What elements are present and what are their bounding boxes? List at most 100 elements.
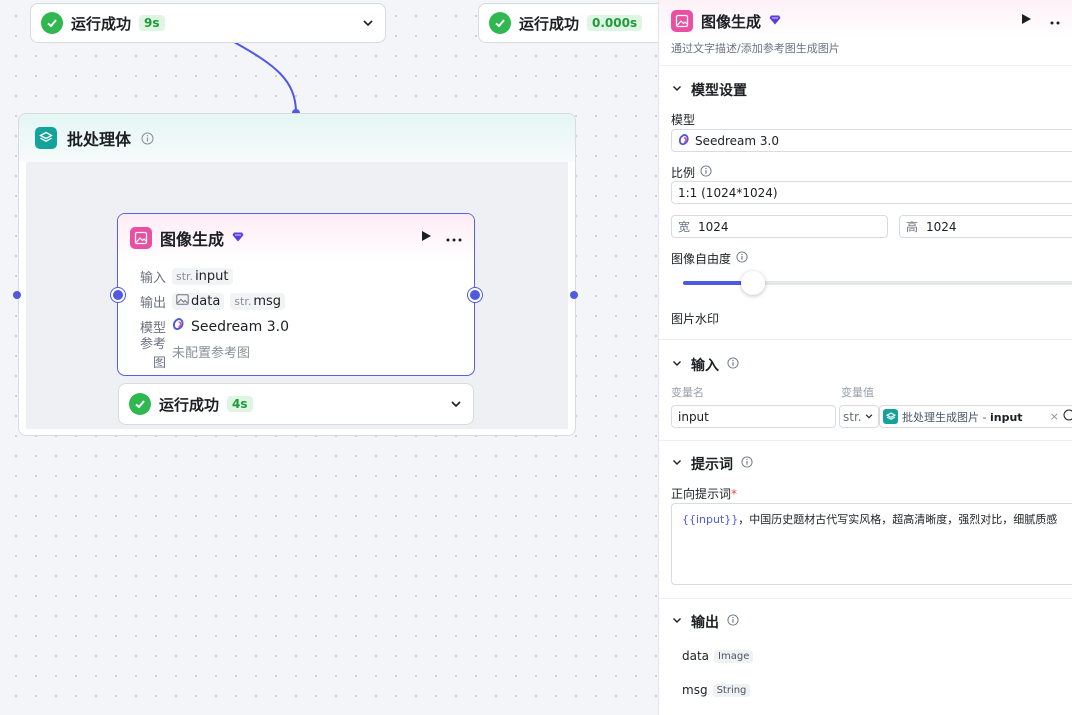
section-title: 输入	[691, 358, 719, 374]
run-status-label: 运行成功	[519, 14, 580, 33]
output-type-tag: Image	[714, 649, 754, 663]
var-reference-field[interactable]: 批处理生成图片 - input ×	[879, 405, 1072, 428]
var-ref-source-text: 批处理生成图片	[902, 410, 979, 424]
layers-icon	[35, 127, 57, 149]
image-icon	[671, 10, 693, 32]
width-input[interactable]: 宽 1024	[671, 215, 888, 238]
add-circle-icon[interactable]	[1063, 409, 1072, 424]
panel-subtitle: 通过文字描述/添加参考图生成图片	[671, 42, 840, 55]
output-item-msg: msg String	[682, 683, 751, 697]
premium-diamond-icon	[769, 14, 781, 29]
var-name-column-header: 变量名	[671, 386, 704, 399]
chevron-down-icon[interactable]	[671, 614, 683, 630]
var-ref-separator: -	[979, 410, 990, 424]
node-run-status-pill[interactable]: 运行成功 4s	[118, 383, 474, 425]
info-icon[interactable]	[700, 165, 712, 180]
section-model-settings[interactable]: 模型设置	[671, 80, 747, 100]
info-icon[interactable]	[727, 357, 739, 373]
freedom-label-text: 图像自由度	[671, 252, 732, 266]
section-title: 提示词	[691, 457, 733, 473]
run-status-label: 运行成功	[159, 395, 220, 414]
height-value: 1024	[926, 219, 957, 234]
run-time-badge: 9s	[139, 15, 165, 31]
model-select[interactable]: Seedream 3.0	[671, 129, 1072, 152]
more-options-icon[interactable]	[446, 231, 462, 246]
premium-diamond-icon	[232, 231, 244, 246]
positive-prompt-textarea[interactable]: {{input}}，中国历史题材古代写实风格，超高清晰度，强烈对比，细腻质感	[671, 503, 1072, 585]
section-divider	[659, 339, 1072, 340]
image-gen-node[interactable]: 图像生成 输入 str. input 输出 data str. msg 模型 S…	[117, 213, 475, 376]
run-play-icon[interactable]	[420, 230, 432, 246]
more-options-icon[interactable]	[1050, 14, 1060, 29]
section-input[interactable]: 输入	[671, 355, 739, 375]
batch-right-port[interactable]	[570, 291, 578, 299]
freedom-slider-thumb[interactable]	[741, 271, 766, 295]
run-time-badge: 0.000s	[587, 15, 643, 31]
chevron-down-icon[interactable]	[671, 456, 683, 472]
node-ref-row: 参考图 未配置参考图	[128, 337, 474, 371]
prompt-text: ，中国历史题材古代写实风格，超高清晰度，强烈对比，细腻质感	[738, 513, 1058, 526]
image-icon	[130, 227, 152, 249]
run-status-label: 运行成功	[71, 14, 132, 33]
seedream-logo-icon	[172, 317, 185, 336]
image-gen-node-header: 图像生成	[118, 214, 474, 262]
clear-icon[interactable]: ×	[1050, 410, 1059, 423]
output-data-tag: data	[172, 293, 225, 310]
node-model-row: 模型 Seedream 3.0	[128, 314, 474, 339]
section-prompt[interactable]: 提示词	[671, 454, 753, 474]
run-play-icon[interactable]	[1020, 13, 1032, 29]
var-name-input[interactable]: input	[671, 405, 836, 428]
var-name: msg	[253, 294, 282, 309]
run-status-pill-2[interactable]: 运行成功 0.000s	[478, 3, 678, 43]
info-icon[interactable]	[727, 614, 739, 630]
info-icon[interactable]	[736, 251, 748, 266]
image-gen-node-title: 图像生成	[160, 230, 225, 249]
section-output[interactable]: 输出	[671, 612, 739, 632]
var-ref-source: 批处理生成图片 - input	[902, 409, 1023, 425]
panel-title: 图像生成	[701, 12, 762, 31]
image-node-input-port[interactable]	[111, 288, 125, 302]
section-title: 模型设置	[691, 83, 747, 99]
output-var-name: msg	[682, 683, 708, 697]
height-input[interactable]: 高 1024	[899, 215, 1072, 238]
ref-value: 未配置参考图	[172, 346, 251, 361]
run-status-pill[interactable]: 运行成功 9s	[30, 3, 386, 43]
chevron-down-icon[interactable]	[671, 357, 683, 373]
type-prefix: str.	[176, 270, 194, 283]
node-settings-panel: 图像生成 通过文字描述/添加参考图生成图片 模型设置 模型 Seedream 3…	[658, 0, 1072, 715]
section-title: 输出	[691, 615, 719, 631]
model-field-label: 模型	[671, 113, 696, 127]
node-input-row: 输入 str. input	[128, 264, 474, 289]
chevron-down-icon[interactable]	[671, 82, 683, 98]
model-value: Seedream 3.0	[191, 318, 289, 335]
success-check-icon	[41, 12, 63, 34]
var-name: data	[191, 294, 221, 309]
required-mark: *	[731, 487, 738, 501]
positive-prompt-label-text: 正向提示词	[671, 487, 732, 501]
batch-node-header: 批处理体	[19, 114, 575, 162]
info-icon[interactable]	[741, 456, 753, 472]
ratio-select[interactable]: 1:1 (1024*1024)	[671, 181, 1072, 204]
positive-prompt-label: 正向提示词*	[671, 485, 737, 502]
output-var-name: data	[682, 649, 710, 663]
info-icon[interactable]	[141, 132, 154, 145]
seedream-logo-icon	[678, 134, 690, 147]
run-time-badge: 4s	[227, 396, 253, 412]
image-node-output-port[interactable]	[468, 288, 482, 302]
ratio-label-text: 比例	[671, 166, 696, 180]
chevron-down-icon[interactable]	[361, 16, 375, 30]
batch-left-port[interactable]	[13, 291, 21, 299]
batch-node-title: 批处理体	[67, 130, 132, 149]
var-type-value: str.	[843, 409, 862, 424]
image-small-icon	[176, 294, 189, 309]
var-type-select[interactable]: str.	[839, 405, 879, 428]
section-divider	[659, 440, 1072, 441]
height-label: 高	[906, 220, 919, 234]
ratio-field-label: 比例	[671, 164, 712, 181]
watermark-label: 图片水印	[671, 312, 720, 326]
chevron-down-icon[interactable]	[449, 397, 463, 411]
var-ref-field: input	[989, 410, 1023, 424]
output-msg-tag: str. msg	[230, 293, 286, 310]
output-label: 输出	[139, 296, 166, 311]
chevron-down-icon	[864, 410, 874, 424]
